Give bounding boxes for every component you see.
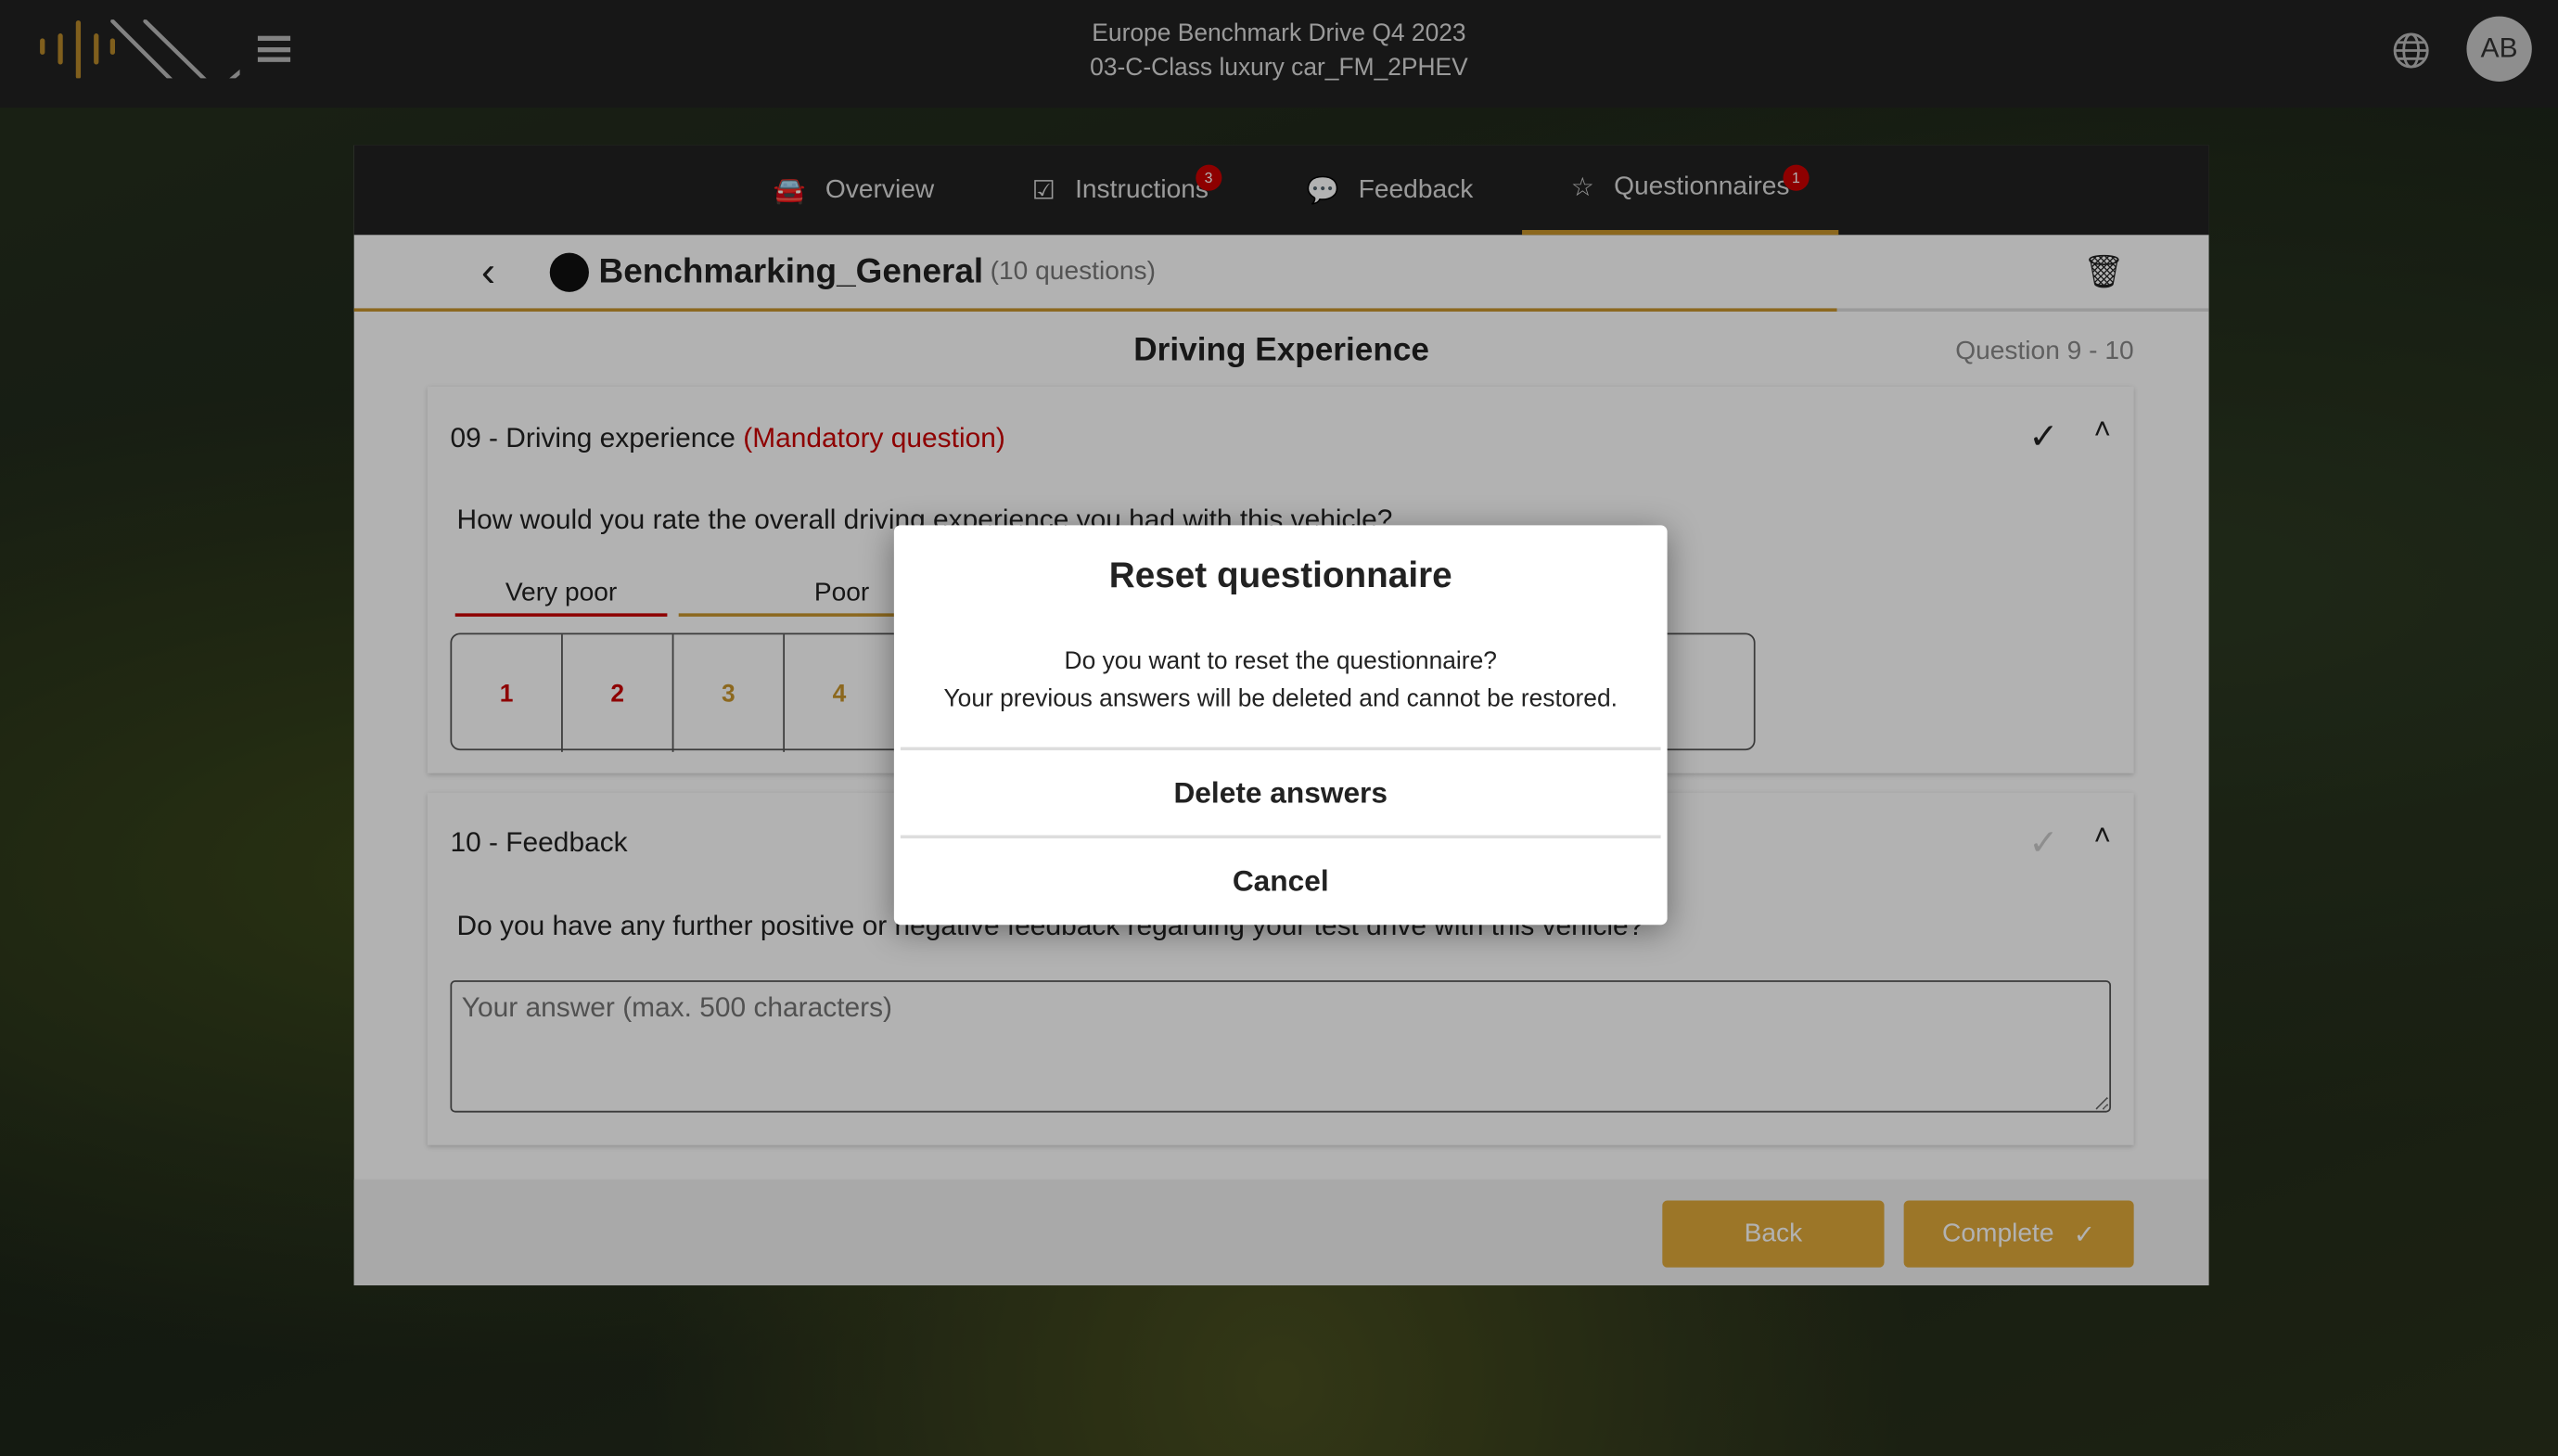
delete-answers-button[interactable]: Delete answers: [900, 747, 1661, 836]
app: Europe Benchmark Drive Q4 2023 03-C-Class…: [0, 0, 2558, 1456]
dialog-message: Do you want to reset the questionnaire? Y…: [943, 647, 1618, 713]
dialog-title: Reset questionnaire: [1108, 555, 1452, 595]
reset-dialog: Reset questionnaire Do you want to reset…: [893, 525, 1668, 926]
cancel-button[interactable]: Cancel: [900, 835, 1661, 924]
